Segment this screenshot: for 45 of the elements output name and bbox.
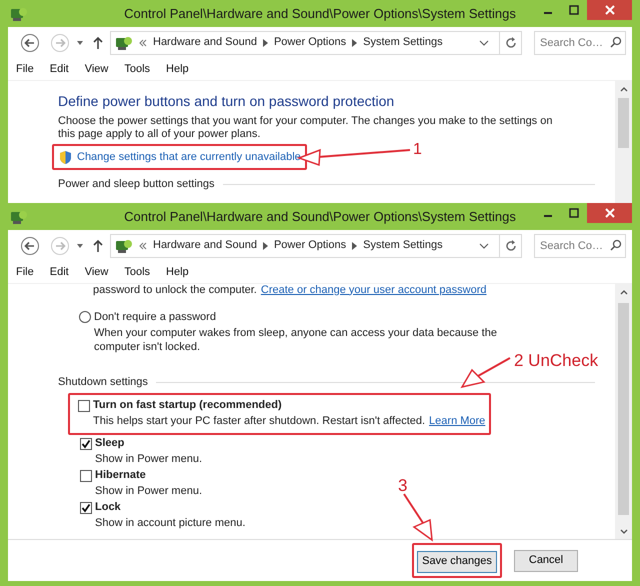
search-field[interactable]: Search Co… (534, 31, 626, 55)
breadcrumb[interactable]: Hardware and Sound (153, 237, 257, 254)
description-text: Choose the power settings that you want for your computer. The changes you make to the settings on this page apply to all of your power plans. (58, 115, 554, 141)
step-number: 1 (413, 142, 422, 158)
option-description: This helps start your PC faster after shutdown. Restart isn't affected. (93, 414, 426, 430)
menu-item[interactable]: Tools (124, 264, 150, 280)
breadcrumb[interactable]: Power Options (274, 34, 346, 51)
breadcrumb[interactable]: Hardware and Sound (153, 34, 257, 51)
menu-item[interactable]: File (16, 60, 34, 78)
address-bar[interactable]: Hardware and Sound Power Options System Settings (110, 234, 522, 258)
option-description: Show in Power menu. (95, 484, 202, 500)
menu-item[interactable]: Edit (50, 60, 69, 78)
step-number: 3 (398, 477, 408, 494)
password-link[interactable]: Create or change your user account password (260, 284, 486, 298)
menu-item[interactable]: Tools (124, 60, 150, 78)
menu-item[interactable]: Edit (50, 264, 69, 280)
breadcrumb[interactable]: System Settings (363, 34, 443, 51)
cancel-button[interactable]: Cancel (514, 550, 578, 572)
body-text: password to unlock the computer. (93, 284, 257, 298)
step-label: 2 UnCheck (514, 352, 598, 369)
option-label[interactable]: Sleep (95, 435, 124, 452)
save-button[interactable]: Save changes (417, 550, 497, 573)
option-label[interactable]: Lock (95, 499, 121, 516)
menu-item[interactable]: Help (166, 60, 189, 78)
option-label[interactable]: Hibernate (95, 467, 146, 484)
menu-item[interactable]: Help (166, 264, 189, 280)
window-title: Control Panel\Hardware and Sound\Power Options\System Settings (123, 4, 517, 23)
section-title: Power and sleep button settings (58, 177, 215, 192)
option-description: Show in Power menu. (95, 452, 202, 468)
menu-item[interactable]: File (16, 264, 34, 280)
learn-more-link[interactable]: Learn More (429, 413, 486, 430)
address-bar[interactable]: Hardware and Sound Power Options System Settings (110, 30, 522, 54)
option-description: Show in account picture menu. (95, 516, 246, 532)
search-field[interactable]: Search Co… (534, 234, 626, 258)
breadcrumb[interactable]: Power Options (274, 237, 346, 254)
page-heading: Define power buttons and turn on password protection (58, 92, 394, 110)
menu-item[interactable]: View (84, 264, 108, 280)
menu-item[interactable]: View (84, 60, 108, 78)
radio-label[interactable]: Don't require a password (94, 308, 216, 326)
radio-description: When your computer wakes from sleep, anyone can access your data because the computer isn't locked. (94, 326, 498, 354)
settings-link[interactable]: Change settings that are currently unavailable (77, 148, 301, 166)
breadcrumb[interactable]: System Settings (363, 237, 443, 254)
section-title: Shutdown settings (58, 375, 148, 390)
window-title: Control Panel\Hardware and Sound\Power Options\System Settings (123, 208, 517, 226)
option-label[interactable]: Turn on fast startup (recommended) (93, 397, 282, 414)
